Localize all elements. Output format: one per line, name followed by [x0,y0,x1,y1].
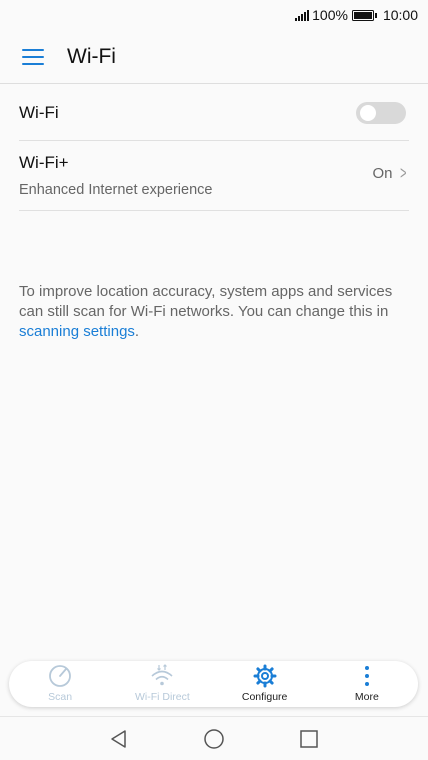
page-title: Wi-Fi [67,44,116,68]
scan-label: Scan [48,691,73,703]
more-vertical-icon [364,666,369,686]
wifi-plus-label: Wi-Fi+ [19,153,69,172]
system-navigation-bar [0,716,428,760]
app-bar: Wi-Fi [0,30,428,84]
wifi-direct-button[interactable]: Wi-Fi Direct [111,661,213,707]
chevron-right-icon: > [400,163,407,183]
wifi-plus-text: Wi-Fi+ Enhanced Internet experience [19,153,212,198]
configure-label: Configure [241,691,288,703]
wifi-row[interactable]: Wi-Fi [19,86,409,141]
status-bar: 100% 10:00 [0,0,428,30]
more-button[interactable]: More [316,661,418,707]
scanning-info-text: To improve location accuracy, system app… [19,282,413,342]
signal-icon [295,9,310,21]
wifi-plus-status: On > [372,163,409,184]
hamburger-menu-icon[interactable] [22,48,44,65]
info-text: To improve location accuracy, system app… [19,283,393,320]
more-label: More [354,691,379,703]
wifi-plus-row[interactable]: Wi-Fi+ Enhanced Internet experience On > [19,141,409,211]
wifi-direct-label: Wi-Fi Direct [134,691,190,703]
battery-percentage: 100% [312,7,348,23]
info-period: . [134,323,140,340]
bottom-toolbar: Scan Wi-Fi Direct Configure More [9,661,418,707]
scan-icon [49,665,72,687]
scanning-settings-link[interactable]: scanning settings [19,323,135,340]
scan-button[interactable]: Scan [9,661,111,707]
wifi-toggle[interactable] [356,102,406,124]
configure-button[interactable]: Configure [214,661,316,707]
recents-button[interactable] [262,729,357,749]
clock: 10:00 [382,7,418,23]
toggle-knob [360,105,376,121]
wifi-plus-subtitle: Enhanced Internet experience [19,182,213,198]
gear-icon [253,664,277,688]
settings-list: Wi-Fi Wi-Fi+ Enhanced Internet experienc… [19,86,409,211]
wifi-label: Wi-Fi [19,103,59,122]
home-circle-icon [204,728,224,749]
recents-square-icon [300,729,318,748]
wifi-plus-value: On [372,165,393,182]
back-button[interactable] [72,729,167,749]
back-triangle-icon [111,729,126,748]
home-button[interactable] [167,728,262,750]
wifi-direct-icon [151,664,173,686]
battery-icon [351,9,377,21]
